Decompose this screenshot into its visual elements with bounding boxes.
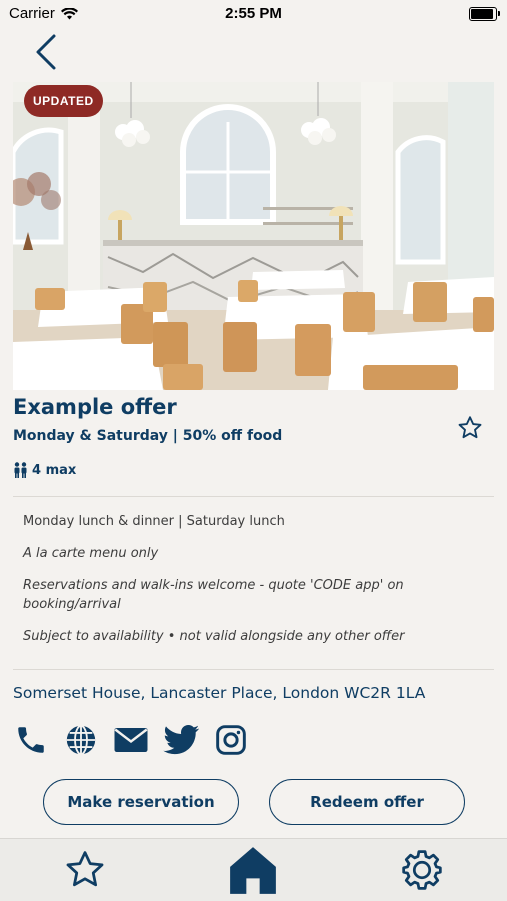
twitter-icon [163, 725, 199, 755]
tab-settings[interactable] [397, 845, 447, 895]
divider [13, 496, 494, 497]
tab-favorites[interactable] [60, 845, 110, 895]
redeem-offer-button[interactable]: Redeem offer [269, 779, 465, 825]
chevron-left-icon [36, 34, 56, 70]
max-guests-label: 4 max [32, 462, 77, 478]
status-bar: Carrier 2:55 PM [0, 0, 507, 30]
detail-terms: Subject to availability • not valid alon… [23, 629, 405, 644]
offer-details: Monday lunch & dinner | Saturday lunch A… [23, 512, 443, 659]
back-button[interactable] [30, 32, 66, 72]
gear-icon [402, 850, 442, 890]
tab-home[interactable] [228, 845, 278, 895]
battery-icon [469, 7, 500, 21]
offer-title: Example offer [13, 395, 177, 419]
twitter-button[interactable] [163, 722, 199, 758]
globe-icon [66, 724, 96, 756]
home-icon [230, 847, 276, 894]
tab-bar [0, 838, 507, 901]
favorite-button[interactable] [456, 414, 484, 442]
phone-button[interactable] [13, 722, 49, 758]
detail-days: Monday lunch & dinner | Saturday lunch [23, 514, 285, 529]
email-icon [114, 728, 148, 752]
offer-subtitle: Monday & Saturday | 50% off food [13, 428, 283, 444]
star-outline-icon [458, 416, 482, 439]
restaurant-photo [13, 82, 494, 390]
star-outline-icon [66, 851, 104, 887]
instagram-icon [216, 725, 246, 755]
max-guests: 4 max [13, 462, 76, 478]
make-reservation-button[interactable]: Make reservation [43, 779, 239, 825]
divider [13, 669, 494, 670]
updated-badge: UPDATED [24, 85, 103, 117]
contact-icons [13, 722, 263, 758]
venue-address[interactable]: Somerset House, Lancaster Place, London … [13, 684, 425, 702]
instagram-button[interactable] [213, 722, 249, 758]
email-button[interactable] [113, 722, 149, 758]
phone-icon [18, 727, 44, 753]
clock: 2:55 PM [225, 5, 282, 22]
website-button[interactable] [63, 722, 99, 758]
people-icon [14, 462, 27, 478]
detail-reservations: Reservations and walk-ins welcome - quot… [23, 578, 404, 612]
detail-menu: A la carte menu only [23, 546, 159, 561]
